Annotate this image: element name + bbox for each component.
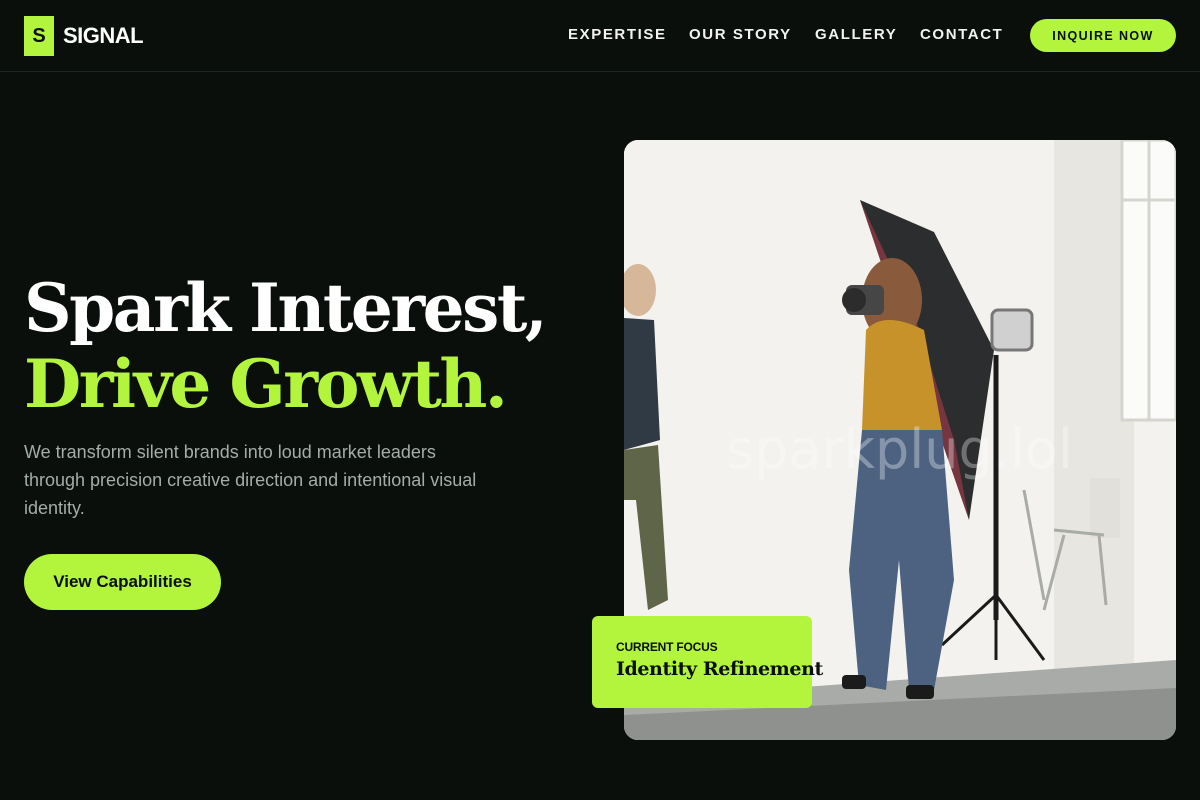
hero-headline: Spark Interest, Drive Growth. bbox=[24, 268, 548, 423]
headline-line-1: Spark Interest, bbox=[24, 269, 548, 347]
nav-item-our-story[interactable]: OUR STORY bbox=[689, 26, 792, 43]
current-focus-card: CURRENT FOCUS Identity Refinement bbox=[592, 616, 823, 708]
brand-logo[interactable]: S SIGNAL bbox=[24, 16, 144, 56]
brand-name: SIGNAL bbox=[63, 23, 144, 48]
nav-item-expertise[interactable]: EXPERTISE bbox=[568, 26, 667, 43]
site-header: S SIGNAL EXPERTISE OUR STORY GALLERY CON… bbox=[0, 0, 1200, 72]
view-capabilities-button[interactable]: View Capabilities bbox=[24, 554, 221, 610]
headline-line-2: Drive Growth. bbox=[24, 345, 508, 423]
logo-mark: S bbox=[24, 16, 54, 56]
watermark-text: sparkplug.lol bbox=[726, 418, 1073, 481]
nav-item-gallery[interactable]: GALLERY bbox=[815, 26, 897, 43]
nav-item-contact[interactable]: CONTACT bbox=[920, 26, 1003, 43]
focus-label: CURRENT FOCUS bbox=[616, 640, 718, 654]
inquire-now-button[interactable]: INQUIRE NOW bbox=[1030, 19, 1176, 52]
focus-value: Identity Refinement bbox=[616, 658, 823, 680]
hero-subtitle: We transform silent brands into loud mar… bbox=[24, 442, 477, 518]
